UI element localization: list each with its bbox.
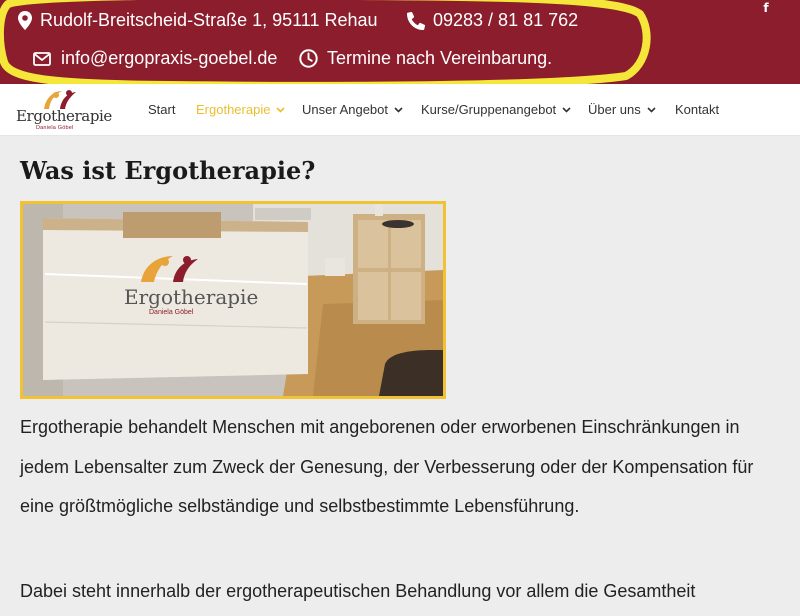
nav-item-ueber-uns[interactable]: Über uns xyxy=(588,102,656,117)
hours-text: Termine nach Vereinbarung. xyxy=(327,48,553,68)
page-title: Was ist Ergotherapie? xyxy=(20,156,316,185)
phone-link[interactable]: 09283 / 81 81 762 xyxy=(407,10,578,31)
contact-topbar: Rudolf-Breitscheid-Straße 1, 95111 Rehau… xyxy=(0,0,800,88)
site-logo[interactable]: Ergotherapie Daniela Göbel xyxy=(14,87,112,135)
nav-item-label: Über uns xyxy=(588,102,641,117)
chevron-down-icon xyxy=(647,106,656,113)
reception-desk-illustration: Ergotherapie Daniela Göbel xyxy=(23,204,443,396)
email-text[interactable]: info@ergopraxis-goebel.de xyxy=(61,48,277,69)
nav-item-label: Ergotherapie xyxy=(196,102,271,117)
photo-sign-subtitle: Daniela Göbel xyxy=(149,309,194,316)
nav-item-label: Unser Angebot xyxy=(302,102,389,117)
nav-item-ergotherapie[interactable]: Ergotherapie xyxy=(196,102,286,117)
chevron-down-icon xyxy=(562,106,571,113)
nav-item-kontakt[interactable]: Kontakt xyxy=(675,102,719,117)
phone-text[interactable]: 09283 / 81 81 762 xyxy=(433,10,578,31)
reception-photo: Ergotherapie Daniela Göbel xyxy=(20,201,446,399)
chevron-down-icon xyxy=(394,106,403,113)
address-text: Rudolf-Breitscheid-Straße 1, 95111 Rehau xyxy=(40,10,378,30)
main-navigation: Ergotherapie Daniela Göbel Start Ergothe… xyxy=(0,84,800,136)
nav-item-label: Kurse/Gruppenangebot xyxy=(421,102,557,117)
chevron-down-icon xyxy=(276,106,286,113)
nav-item-kurse[interactable]: Kurse/Gruppenangebot xyxy=(421,102,571,117)
address-item: Rudolf-Breitscheid-Straße 1, 95111 Rehau xyxy=(18,10,378,31)
nav-item-label: Start xyxy=(148,102,176,117)
hours-item: Termine nach Vereinbarung. xyxy=(299,48,552,69)
intro-paragraph: Ergotherapie behandelt Menschen mit ange… xyxy=(20,417,754,516)
envelope-icon xyxy=(33,51,51,66)
photo-sign-text: Ergotherapie xyxy=(124,285,258,309)
phone-icon xyxy=(407,11,425,30)
logo-subtitle: Daniela Göbel xyxy=(36,125,74,131)
nav-item-label: Kontakt xyxy=(675,102,720,117)
map-marker-icon xyxy=(18,11,32,30)
second-paragraph: Dabei steht innerhalb der ergotherapeuti… xyxy=(20,581,696,601)
email-link[interactable]: info@ergopraxis-goebel.de xyxy=(33,48,277,69)
nav-item-unser-angebot[interactable]: Unser Angebot xyxy=(302,102,403,117)
facebook-icon[interactable]: f xyxy=(759,1,773,15)
nav-item-start[interactable]: Start xyxy=(148,102,175,117)
clock-icon xyxy=(299,49,318,68)
logo-name: Ergotherapie xyxy=(16,107,112,125)
